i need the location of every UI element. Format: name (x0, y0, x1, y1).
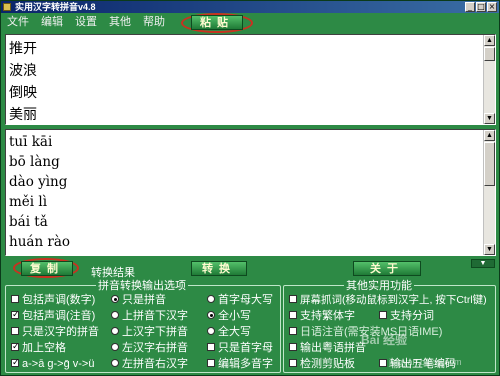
app-icon (3, 3, 11, 11)
pinyin-line: huán rào (9, 234, 71, 250)
close-icon[interactable]: × (487, 2, 497, 12)
hanzi-scrollbar[interactable]: ▲ ▼ (483, 35, 495, 124)
paste-button[interactable]: 粘贴 (191, 15, 243, 30)
option-char-convert[interactable]: a->ā g->ḡ v->ü (11, 356, 94, 371)
watermark: Bai 经验 (361, 333, 408, 347)
checkbox-icon (207, 359, 215, 368)
checkbox-icon (289, 327, 297, 336)
option-pinyin-above[interactable]: 上拼音下汉字 (111, 310, 188, 323)
option-tone-mark[interactable]: 包括声调(注音) (11, 308, 95, 323)
pinyin-line: měi lì (9, 194, 48, 210)
utility-title: 其他实用功能 (346, 280, 412, 292)
scroll-down-icon[interactable]: ▼ (484, 244, 495, 255)
collapse-icon[interactable]: ▼ (471, 259, 495, 268)
option-hanzi-above[interactable]: 上汉字下拼音 (111, 326, 188, 339)
checkbox-icon (289, 343, 297, 352)
checkbox-icon (289, 311, 297, 320)
scroll-up-icon[interactable]: ▲ (484, 35, 495, 46)
pinyin-line: tuī kāi (9, 134, 53, 150)
minimize-icon[interactable]: _ (465, 2, 475, 12)
watermark-url: jingyan.baidu.com (389, 357, 462, 367)
checkbox-icon (207, 343, 215, 352)
pinyin-output[interactable]: tuī kāi bō làng dào yìng měi lì bái tǎ h… (5, 129, 496, 256)
pinyin-line: bái tǎ (9, 214, 48, 230)
scroll-up-icon[interactable]: ▲ (484, 130, 495, 141)
hanzi-line: 推开 (9, 41, 37, 57)
menu-file[interactable]: 文件 (7, 15, 29, 29)
option-add-space[interactable]: 加上空格 (11, 340, 66, 355)
radio-icon (111, 327, 119, 336)
hanzi-line: 波浪 (9, 63, 37, 79)
radio-icon (207, 327, 215, 336)
option-clipboard[interactable]: 检测剪贴板 (289, 358, 355, 371)
maximize-icon[interactable]: □ (476, 2, 486, 12)
hanzi-input[interactable]: 推开 波浪 倒映 美丽 ▲ ▼ (5, 34, 496, 125)
scroll-thumb[interactable] (484, 47, 495, 61)
radio-icon (207, 295, 215, 304)
menu-other[interactable]: 其他 (109, 15, 131, 29)
checkbox-icon (379, 359, 387, 368)
option-cantonese[interactable]: 输出粤语拼音 (289, 342, 366, 355)
pinyin-line: bō làng (9, 154, 60, 170)
checkbox-icon (11, 327, 19, 336)
radio-icon (111, 359, 119, 368)
option-screen-capture[interactable]: 屏幕抓词(移动鼠标到汉字上, 按下Ctrl键) (289, 294, 487, 307)
menu-edit[interactable]: 编辑 (41, 15, 63, 29)
option-hanzi-left[interactable]: 左汉字右拼音 (111, 342, 188, 355)
app-window: 实用汉字转拼音v4.8 _ □ × 文件 编辑 设置 其他 帮助 粘贴 推开 波… (0, 0, 500, 376)
radio-icon (111, 343, 119, 352)
radio-selected-icon (111, 295, 119, 304)
menu-help[interactable]: 帮助 (143, 15, 165, 29)
option-pinyin-only[interactable]: 只是拼音 (111, 294, 166, 307)
scroll-down-icon[interactable]: ▼ (484, 113, 495, 124)
checkbox-icon (289, 359, 297, 368)
option-lowercase[interactable]: 全小写 (207, 310, 251, 323)
convert-button[interactable]: 转换 (191, 261, 247, 276)
pinyin-options-title: 拼音转换输出选项 (98, 280, 186, 292)
scroll-thumb[interactable] (484, 142, 495, 186)
radio-icon (111, 311, 119, 320)
menu-bar: 文件 编辑 设置 其他 帮助 粘贴 (1, 13, 499, 33)
pinyin-line: dào yìng (9, 174, 68, 190)
option-uppercase[interactable]: 全大写 (207, 326, 251, 339)
checkbox-checked-icon (11, 308, 20, 321)
checkbox-checked-icon (11, 340, 20, 353)
checkbox-icon (11, 295, 19, 304)
title-bar: 实用汉字转拼音v4.8 _ □ × (1, 1, 499, 13)
option-capitalize[interactable]: 首字母大写 (207, 294, 273, 307)
option-pinyin-left[interactable]: 左拼音右汉字 (111, 358, 188, 371)
about-button[interactable]: 关于 (353, 261, 421, 276)
hanzi-line: 美丽 (9, 107, 37, 123)
pinyin-scrollbar[interactable]: ▲ ▼ (483, 130, 495, 255)
option-traditional[interactable]: 支持繁体字 (289, 310, 355, 323)
option-edit-polyphone[interactable]: 编辑多音字 (207, 358, 273, 371)
checkbox-icon (289, 295, 297, 304)
option-segmentation[interactable]: 支持分词 (379, 310, 434, 323)
checkbox-icon (379, 311, 387, 320)
checkbox-checked-icon (11, 356, 20, 369)
window-title: 实用汉字转拼音v4.8 (15, 2, 96, 12)
hanzi-line: 倒映 (9, 85, 37, 101)
menu-settings[interactable]: 设置 (75, 15, 97, 29)
radio-selected-icon (207, 311, 215, 320)
option-hanzi-only[interactable]: 只是汉字的拼音 (11, 326, 99, 339)
option-tone-number[interactable]: 包括声调(数字) (11, 294, 95, 307)
copy-button[interactable]: 复制 (21, 261, 73, 276)
option-initials-only[interactable]: 只是首字母 (207, 342, 273, 355)
